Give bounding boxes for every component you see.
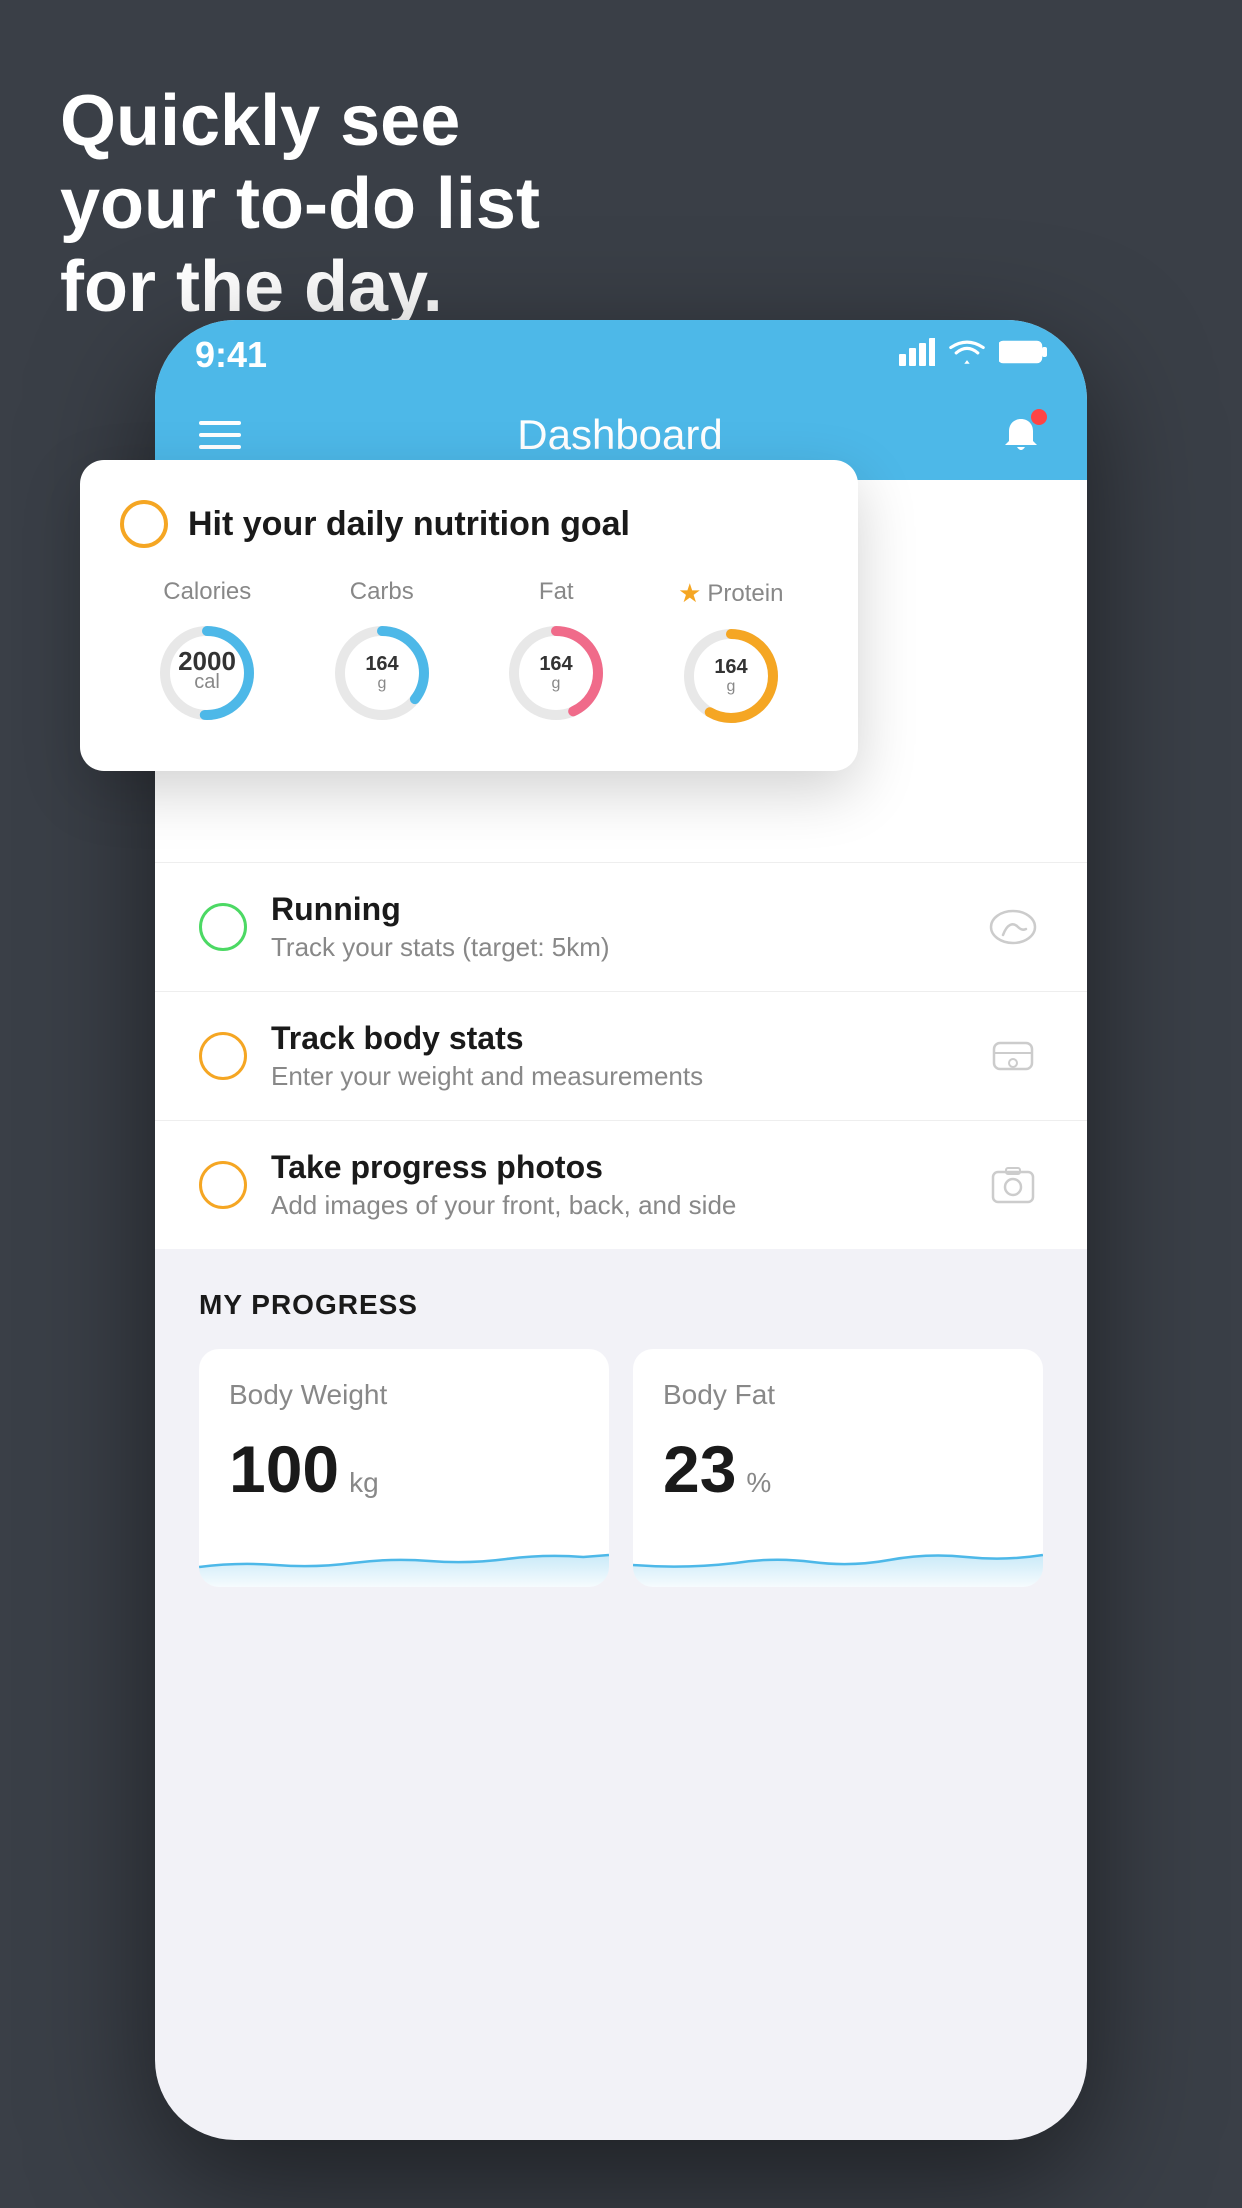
todo-item-body-stats-text: Track body stats Enter your weight and m… — [271, 1020, 959, 1092]
running-icon — [983, 897, 1043, 957]
carbs-item: Carbs 164 g — [327, 578, 437, 728]
todo-checkbox-body-stats[interactable] — [199, 1032, 247, 1080]
body-weight-label: Body Weight — [229, 1379, 579, 1411]
nutrition-goal-checkbox[interactable] — [120, 500, 168, 548]
svg-text:g: g — [552, 675, 561, 692]
nutrition-goal-title: Hit your daily nutrition goal — [188, 505, 630, 544]
carbs-donut: 164 g — [327, 618, 437, 728]
fat-item: Fat 164 g — [501, 578, 611, 728]
photo-icon — [983, 1155, 1043, 1215]
progress-cards: Body Weight 100 kg — [199, 1349, 1043, 1587]
todo-list: Running Track your stats (target: 5km) T… — [155, 862, 1087, 1249]
protein-item: ★ Protein 164 g — [676, 578, 786, 731]
card-title-row: Hit your daily nutrition goal — [120, 500, 818, 548]
headline-line2: your to-do list — [60, 163, 540, 246]
notification-dot — [1031, 409, 1047, 425]
todo-checkbox-progress-photos[interactable] — [199, 1161, 247, 1209]
todo-item-running[interactable]: Running Track your stats (target: 5km) — [155, 862, 1087, 991]
protein-label-row: ★ Protein — [678, 578, 783, 609]
body-fat-number: 23 — [663, 1431, 736, 1507]
protein-donut: 164 g — [676, 621, 786, 731]
hamburger-menu[interactable] — [199, 421, 241, 449]
body-weight-card[interactable]: Body Weight 100 kg — [199, 1349, 609, 1587]
todo-body-stats-subtitle: Enter your weight and measurements — [271, 1061, 959, 1092]
headline-line3: for the day. — [60, 246, 540, 329]
notification-bell-icon[interactable] — [999, 413, 1043, 457]
svg-text:164: 164 — [365, 653, 399, 675]
nav-title: Dashboard — [517, 411, 722, 459]
todo-running-subtitle: Track your stats (target: 5km) — [271, 932, 959, 963]
todo-running-title: Running — [271, 891, 959, 928]
calories-label: Calories — [163, 578, 251, 606]
svg-text:164: 164 — [714, 656, 748, 678]
body-weight-number: 100 — [229, 1431, 339, 1507]
body-fat-value-row: 23 % — [663, 1431, 1013, 1507]
todo-progress-photos-subtitle: Add images of your front, back, and side — [271, 1190, 959, 1221]
calories-item: Calories 2000 cal — [152, 578, 262, 728]
todo-item-progress-photos-text: Take progress photos Add images of your … — [271, 1149, 959, 1221]
body-weight-value-row: 100 kg — [229, 1431, 579, 1507]
todo-item-body-stats[interactable]: Track body stats Enter your weight and m… — [155, 991, 1087, 1120]
progress-section: MY PROGRESS Body Weight 100 kg — [155, 1249, 1087, 1627]
status-time: 9:41 — [195, 334, 267, 376]
nutrition-card: Hit your daily nutrition goal Calories 2… — [80, 460, 858, 771]
body-fat-chart — [633, 1527, 1043, 1587]
star-icon: ★ — [678, 578, 701, 609]
progress-header: MY PROGRESS — [199, 1289, 1043, 1321]
body-fat-unit: % — [746, 1467, 771, 1499]
scale-icon — [983, 1026, 1043, 1086]
carbs-label: Carbs — [350, 578, 414, 606]
fat-donut: 164 g — [501, 618, 611, 728]
status-icons — [899, 338, 1047, 373]
headline-line1: Quickly see — [60, 80, 540, 163]
todo-checkbox-running[interactable] — [199, 903, 247, 951]
todo-progress-photos-title: Take progress photos — [271, 1149, 959, 1186]
protein-label: Protein — [707, 580, 783, 608]
wifi-icon — [949, 338, 985, 373]
nutrition-row: Calories 2000 cal Carbs 164 g Fat — [120, 578, 818, 731]
body-weight-chart — [199, 1527, 609, 1587]
todo-body-stats-title: Track body stats — [271, 1020, 959, 1057]
svg-text:cal: cal — [194, 671, 220, 693]
svg-text:g: g — [377, 675, 386, 692]
todo-item-running-text: Running Track your stats (target: 5km) — [271, 891, 959, 963]
svg-text:g: g — [726, 678, 735, 695]
body-fat-card[interactable]: Body Fat 23 % — [633, 1349, 1043, 1587]
status-bar: 9:41 — [155, 320, 1087, 390]
todo-item-progress-photos[interactable]: Take progress photos Add images of your … — [155, 1120, 1087, 1249]
body-fat-label: Body Fat — [663, 1379, 1013, 1411]
battery-icon — [999, 338, 1047, 373]
headline: Quickly see your to-do list for the day. — [60, 80, 540, 328]
svg-text:164: 164 — [540, 653, 574, 675]
fat-label: Fat — [539, 578, 574, 606]
calories-donut: 2000 cal — [152, 618, 262, 728]
body-weight-unit: kg — [349, 1467, 379, 1499]
signal-icon — [899, 338, 935, 373]
